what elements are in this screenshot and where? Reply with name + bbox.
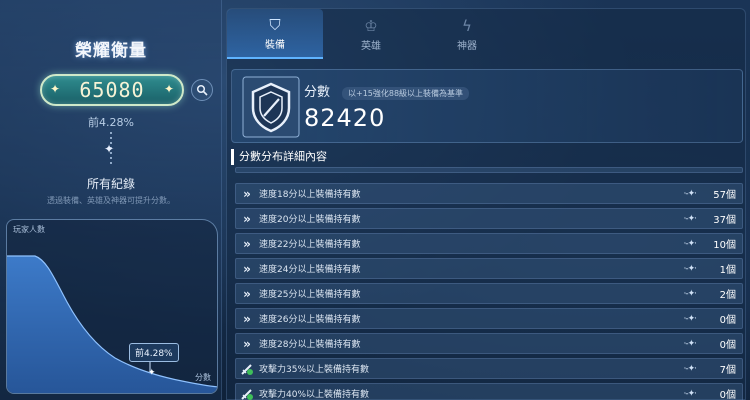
row-count: 57個 xyxy=(713,190,736,201)
distribution-curve: ✦ xyxy=(7,255,217,393)
distribution-graph: ✦ 玩家人數 分數 前4.28% xyxy=(6,219,218,394)
tab-hero[interactable]: ♔ 英雄 xyxy=(323,9,419,59)
search-button[interactable] xyxy=(191,79,213,101)
speed-arrow-icon: » xyxy=(243,211,251,226)
score-value: 82420 xyxy=(304,104,386,132)
records-description: 透過裝備、英雄及神器可提升分數。 xyxy=(47,196,175,205)
sparkle-icon: ·-✦· xyxy=(683,263,696,274)
score-detail-list[interactable]: » 速度18分以上裝備持有數 ·-✦· 57個 » 速度20分以上裝備持有數 ·… xyxy=(235,167,743,400)
sparkle-icon: ·-✦· xyxy=(683,188,696,199)
row-count: 0個 xyxy=(719,340,736,351)
marker-sparkle-icon: ✦ xyxy=(148,368,156,378)
row-count: 0個 xyxy=(719,390,736,400)
row-label: 速度25分以上裝備持有數 xyxy=(259,290,361,300)
sparkle-icon: ·-✦· xyxy=(683,338,696,349)
sparkle-icon: ·-✦· xyxy=(683,288,696,299)
list-item: 攻擊力40%以上裝備持有數 ·-✦· 0個 xyxy=(235,383,743,400)
row-label: 速度22分以上裝備持有數 xyxy=(259,240,361,250)
list-item: » 速度22分以上裝備持有數 ·-✦· 10個 xyxy=(235,233,743,254)
list-item: » 速度24分以上裝備持有數 ·-✦· 1個 xyxy=(235,258,743,279)
sparkle-icon: ·-✦· xyxy=(683,238,696,249)
category-tabs: ⛉ 裝備 ♔ 英雄 ϟ 神器 xyxy=(227,9,527,59)
row-label: 攻擊力35%以上裝備持有數 xyxy=(259,365,370,375)
graph-marker-label: 前4.28% xyxy=(129,343,179,362)
row-count: 37個 xyxy=(713,215,736,226)
artifact-icon: ϟ xyxy=(462,16,472,35)
section-title: 分數分布詳細內容 xyxy=(231,149,743,165)
row-label: 攻擊力40%以上裝備持有數 xyxy=(259,390,370,400)
list-item: » 速度25分以上裝備持有數 ·-✦· 2個 xyxy=(235,283,743,304)
sparkle-icon: ✦ xyxy=(50,82,61,96)
list-item: » 速度20分以上裝備持有數 ·-✦· 37個 xyxy=(235,208,743,229)
rank-percentile: 前4.28% xyxy=(88,116,134,129)
row-count: 0個 xyxy=(719,315,736,326)
attack-sword-icon xyxy=(239,361,255,377)
score-note: 以+15強化88級以上裝備為基準 xyxy=(342,87,470,100)
list-item-partial xyxy=(235,167,743,173)
sparkle-icon: ✦ xyxy=(104,142,115,156)
equipment-badge-icon xyxy=(242,76,300,138)
row-count: 7個 xyxy=(719,365,736,376)
row-label: 速度28分以上裝備持有數 xyxy=(259,340,361,350)
honor-title: 榮耀衡量 xyxy=(75,41,147,61)
honor-score-value: 65080 xyxy=(79,78,145,102)
sparkle-icon: ·-✦· xyxy=(683,388,696,399)
list-item: 攻擊力35%以上裝備持有數 ·-✦· 7個 xyxy=(235,358,743,379)
speed-arrow-icon: » xyxy=(243,336,251,351)
list-item: » 速度26分以上裝備持有數 ·-✦· 0個 xyxy=(235,308,743,329)
sparkle-icon: ·-✦· xyxy=(683,213,696,224)
score-label: 分數 xyxy=(304,85,331,100)
speed-arrow-icon: » xyxy=(243,236,251,251)
row-count: 2個 xyxy=(719,290,736,301)
tab-label: 神器 xyxy=(457,40,477,52)
search-icon xyxy=(196,84,208,96)
list-item: » 速度18分以上裝備持有數 ·-✦· 57個 xyxy=(235,183,743,204)
list-item: » 速度28分以上裝備持有數 ·-✦· 0個 xyxy=(235,333,743,354)
speed-arrow-icon: » xyxy=(243,186,251,201)
row-count: 10個 xyxy=(713,240,736,251)
row-count: 1個 xyxy=(719,265,736,276)
row-label: 速度24分以上裝備持有數 xyxy=(259,265,361,275)
sparkle-icon: ✦ xyxy=(163,82,174,96)
row-label: 速度26分以上裝備持有數 xyxy=(259,315,361,325)
left-panel: 榮耀衡量 ✦ 65080 ✦ 前4.28% ✦ 所有紀錄 透過裝備、英雄及神器可… xyxy=(0,0,222,400)
sparkle-icon: ·-✦· xyxy=(683,313,696,324)
records-title: 所有紀錄 xyxy=(86,177,135,191)
score-card: 分數 以+15強化88級以上裝備為基準 82420 xyxy=(231,69,743,143)
tab-equipment[interactable]: ⛉ 裝備 xyxy=(227,9,323,59)
graph-y-label: 玩家人數 xyxy=(13,225,45,234)
row-label: 速度18分以上裝備持有數 xyxy=(259,190,361,200)
graph-x-label: 分數 xyxy=(195,373,211,382)
tab-artifact[interactable]: ϟ 神器 xyxy=(419,9,515,59)
tab-label: 英雄 xyxy=(361,40,381,52)
attack-sword-icon xyxy=(239,386,255,400)
row-label: 速度20分以上裝備持有數 xyxy=(259,215,361,225)
speed-arrow-icon: » xyxy=(243,286,251,301)
equipment-icon: ⛉ xyxy=(269,15,281,34)
speed-arrow-icon: » xyxy=(243,261,251,276)
right-panel: ⛉ 裝備 ♔ 英雄 ϟ 神器 分數 以+15強化88級以上裝備為基準 82420… xyxy=(226,8,746,400)
sparkle-icon: ·-✦· xyxy=(683,363,696,374)
tab-label: 裝備 xyxy=(265,39,285,51)
hero-icon: ♔ xyxy=(364,16,378,35)
speed-arrow-icon: » xyxy=(243,311,251,326)
honor-score-pill: ✦ 65080 ✦ xyxy=(40,74,184,106)
